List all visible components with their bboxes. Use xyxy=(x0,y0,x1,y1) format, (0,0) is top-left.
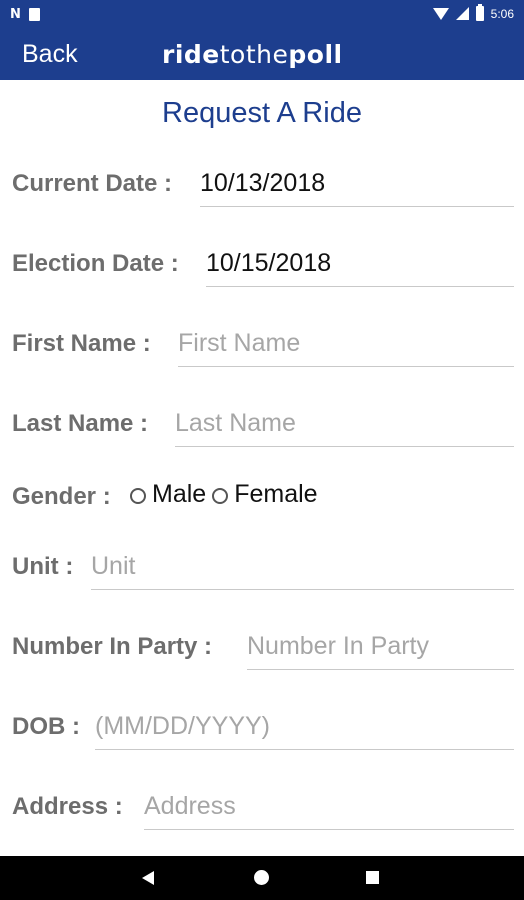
current-date-input[interactable] xyxy=(200,167,514,198)
current-date-label: Current Date : xyxy=(12,170,173,197)
unit-input[interactable] xyxy=(91,550,514,581)
gender-radio-group: Male Female xyxy=(130,480,318,509)
number-in-party-field[interactable] xyxy=(247,630,514,670)
gender-row: Gender : Male Female xyxy=(0,480,524,530)
status-time: 5:06 xyxy=(490,6,514,21)
radio-male-icon[interactable] xyxy=(130,487,146,504)
number-in-party-label: Number In Party : xyxy=(12,633,213,660)
first-name-field[interactable] xyxy=(178,327,514,367)
election-date-row: Election Date : xyxy=(0,247,524,297)
dob-input[interactable] xyxy=(95,710,514,741)
logo-part-tothe: tothe xyxy=(219,40,289,69)
number-in-party-row: Number In Party : xyxy=(0,630,524,680)
last-name-input[interactable] xyxy=(175,407,514,438)
gender-option-female[interactable]: Female xyxy=(212,480,318,509)
logo-part-ride: ride xyxy=(162,40,220,69)
dob-row: DOB : xyxy=(0,710,524,760)
current-date-field[interactable] xyxy=(200,167,514,207)
unit-field[interactable] xyxy=(91,550,514,590)
signal-icon xyxy=(455,7,469,20)
sim-card-icon xyxy=(28,8,40,21)
page-title: Request A Ride xyxy=(162,97,362,129)
unit-label: Unit : xyxy=(12,553,74,580)
app-logo: ridetothepoll xyxy=(162,40,343,69)
number-in-party-input[interactable] xyxy=(247,630,514,661)
gender-female-label: Female xyxy=(234,480,318,508)
gender-label: Gender : xyxy=(12,483,111,510)
status-bar: N 5:06 xyxy=(0,0,524,30)
address-input[interactable] xyxy=(144,790,514,821)
dob-label: DOB : xyxy=(12,713,80,740)
election-date-label: Election Date : xyxy=(12,250,179,277)
gender-male-label: Male xyxy=(152,480,207,508)
election-date-field[interactable] xyxy=(206,247,514,287)
logo-part-poll: poll xyxy=(288,40,343,69)
radio-female-icon[interactable] xyxy=(212,487,229,504)
gender-option-male[interactable]: Male xyxy=(130,480,206,509)
battery-icon xyxy=(475,4,484,21)
system-nav-bar xyxy=(0,856,524,900)
nav-back-icon[interactable] xyxy=(142,871,154,885)
last-name-field[interactable] xyxy=(175,407,514,447)
back-button[interactable]: Back xyxy=(22,40,78,69)
first-name-row: First Name : xyxy=(0,327,524,377)
unit-row: Unit : xyxy=(0,550,524,600)
address-label: Address : xyxy=(12,793,123,820)
wifi-icon xyxy=(432,7,449,20)
election-date-input[interactable] xyxy=(206,247,514,278)
current-date-row: Current Date : xyxy=(0,167,524,217)
nav-home-icon[interactable] xyxy=(254,870,269,885)
first-name-input[interactable] xyxy=(178,327,514,358)
address-field[interactable] xyxy=(144,790,514,830)
last-name-row: Last Name : xyxy=(0,407,524,457)
address-row: Address : xyxy=(0,790,524,840)
first-name-label: First Name : xyxy=(12,330,151,357)
last-name-label: Last Name : xyxy=(12,410,149,437)
dob-field[interactable] xyxy=(95,710,514,750)
nav-recents-icon[interactable] xyxy=(366,871,379,884)
app-bar: Back ridetothepoll xyxy=(0,30,524,80)
nfc-icon: N xyxy=(10,7,21,22)
